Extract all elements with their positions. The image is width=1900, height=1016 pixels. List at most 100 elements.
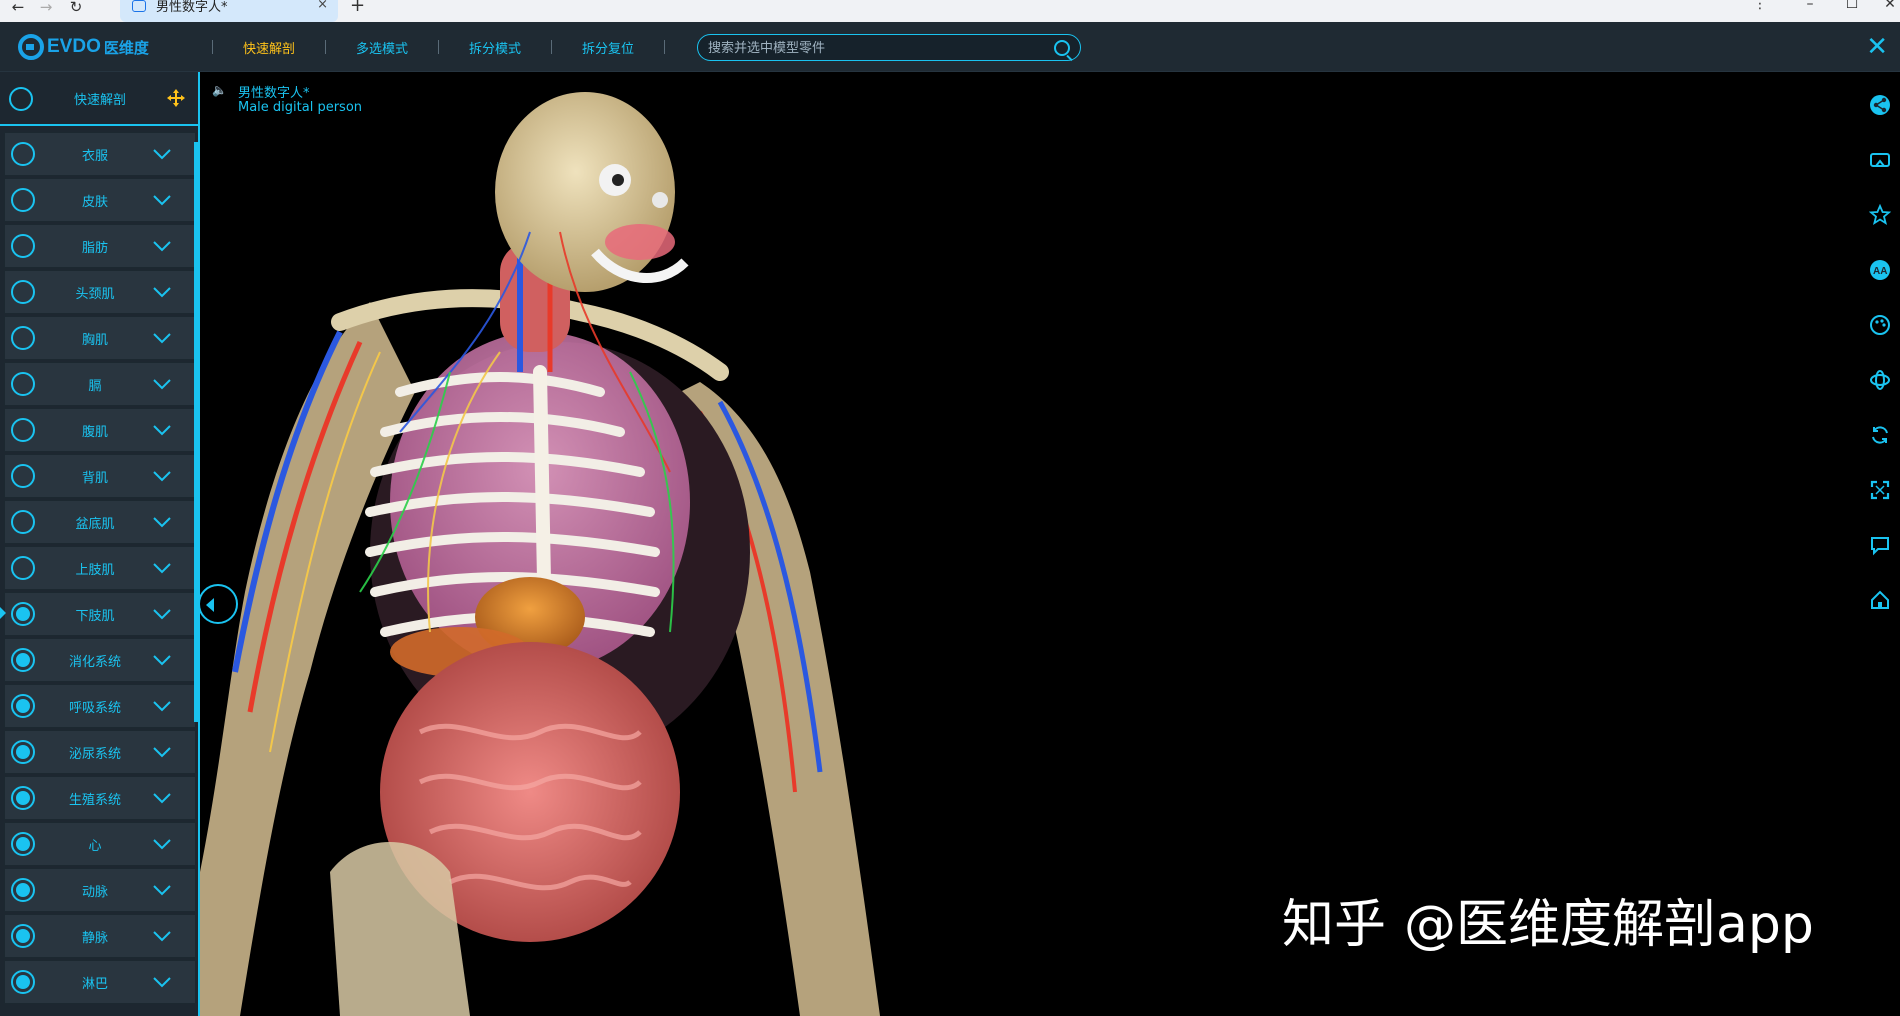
- forward-icon[interactable]: →: [34, 0, 58, 22]
- layer-row[interactable]: 脂肪: [4, 224, 196, 268]
- chevron-down-icon[interactable]: [151, 235, 173, 257]
- new-tab-button[interactable]: +: [350, 0, 365, 16]
- chevron-down-icon[interactable]: [151, 557, 173, 579]
- model-title-cn: 男性数字人*: [238, 86, 310, 101]
- layer-row[interactable]: 动脉: [4, 868, 196, 912]
- menu-split-mode[interactable]: 拆分模式: [439, 38, 551, 57]
- speaker-icon[interactable]: 🔈: [212, 83, 227, 97]
- tab-close-icon[interactable]: ×: [317, 0, 328, 12]
- chevron-down-icon[interactable]: [151, 327, 173, 349]
- chevron-down-icon[interactable]: [151, 465, 173, 487]
- anatomy-model[interactable]: [200, 72, 1900, 1016]
- toggle-all-radio[interactable]: [9, 87, 33, 111]
- menu-multi-select[interactable]: 多选模式: [326, 38, 438, 57]
- layer-row[interactable]: 背肌: [4, 454, 196, 498]
- font-size-icon[interactable]: AA: [1860, 249, 1900, 304]
- chevron-down-icon[interactable]: [151, 971, 173, 993]
- star-icon[interactable]: [1860, 194, 1900, 249]
- chevron-down-icon[interactable]: [151, 281, 173, 303]
- palette-icon[interactable]: [1860, 304, 1900, 359]
- chevron-down-icon[interactable]: [151, 511, 173, 533]
- chevron-down-icon[interactable]: [151, 695, 173, 717]
- layer-label: 消化系统: [68, 655, 121, 670]
- chevron-down-icon[interactable]: [151, 143, 173, 165]
- browser-tab[interactable]: 男性数字人* ×: [120, 0, 338, 22]
- layer-visibility-radio[interactable]: [11, 694, 35, 718]
- rotate-axis-icon[interactable]: [1860, 359, 1900, 414]
- logo: EVDO 医维度: [18, 34, 149, 60]
- layer-row[interactable]: 心: [4, 822, 196, 866]
- layer-visibility-radio[interactable]: [11, 786, 35, 810]
- layer-row[interactable]: 头颈肌: [4, 270, 196, 314]
- layer-label: 腹肌: [81, 425, 108, 440]
- home-icon[interactable]: [1860, 579, 1900, 634]
- layer-visibility-radio[interactable]: [11, 510, 35, 534]
- layer-visibility-radio[interactable]: [11, 326, 35, 350]
- chevron-down-icon[interactable]: [151, 649, 173, 671]
- layer-row[interactable]: 胸肌: [4, 316, 196, 360]
- layer-label: 静脉: [81, 931, 108, 946]
- chevron-down-icon[interactable]: [151, 741, 173, 763]
- app-close-button[interactable]: ✕: [1866, 34, 1888, 60]
- search-input[interactable]: [708, 38, 1038, 58]
- chevron-down-icon[interactable]: [151, 925, 173, 947]
- reload-icon[interactable]: ↻: [64, 0, 88, 22]
- layer-visibility-radio[interactable]: [11, 464, 35, 488]
- chevron-down-icon[interactable]: [151, 833, 173, 855]
- fullscreen-icon[interactable]: [1860, 469, 1900, 524]
- layer-visibility-radio[interactable]: [11, 740, 35, 764]
- chevron-down-icon[interactable]: [151, 419, 173, 441]
- layer-visibility-radio[interactable]: [11, 878, 35, 902]
- layer-row[interactable]: 消化系统: [4, 638, 196, 682]
- layer-row[interactable]: 皮肤: [4, 178, 196, 222]
- layer-visibility-radio[interactable]: [11, 970, 35, 994]
- layer-visibility-radio[interactable]: [11, 372, 35, 396]
- layer-label: 生殖系统: [68, 793, 121, 808]
- move-arrows-icon[interactable]: [166, 88, 186, 108]
- layer-visibility-radio[interactable]: [11, 648, 35, 672]
- maximize-icon[interactable]: ☐: [1842, 0, 1862, 12]
- browser-menu-icon[interactable]: ⋮: [1750, 0, 1770, 12]
- chevron-down-icon[interactable]: [151, 189, 173, 211]
- svg-text:AA: AA: [1873, 266, 1887, 277]
- layer-row[interactable]: 泌尿系统: [4, 730, 196, 774]
- menu-quick-anatomy[interactable]: 快速解剖: [213, 38, 325, 57]
- layer-visibility-radio[interactable]: [11, 924, 35, 948]
- layer-visibility-radio[interactable]: [11, 188, 35, 212]
- menu-split-reset[interactable]: 拆分复位: [552, 38, 664, 57]
- search-icon[interactable]: [1054, 40, 1070, 56]
- layer-visibility-radio[interactable]: [11, 234, 35, 258]
- layer-row[interactable]: 生殖系统: [4, 776, 196, 820]
- layer-row[interactable]: 下肢肌: [0, 592, 196, 636]
- layer-visibility-radio[interactable]: [11, 280, 35, 304]
- layer-row[interactable]: 淋巴: [4, 960, 196, 1004]
- chevron-down-icon[interactable]: [151, 879, 173, 901]
- layer-visibility-radio[interactable]: [11, 832, 35, 856]
- layer-row[interactable]: 呼吸系统: [4, 684, 196, 728]
- back-icon[interactable]: ←: [6, 0, 30, 22]
- layer-row[interactable]: 上肢肌: [4, 546, 196, 590]
- layer-list: 衣服 皮肤 脂肪 头颈肌 胸肌膈腹肌背肌 盆底肌 上肢肌 下肢肌消化系统呼吸系统 泌尿系统生殖系…: [0, 132, 196, 1006]
- minimize-icon[interactable]: –: [1800, 0, 1820, 12]
- layer-row[interactable]: 盆底肌: [4, 500, 196, 544]
- layer-row[interactable]: 膈: [4, 362, 196, 406]
- layer-row[interactable]: 静脉: [4, 914, 196, 958]
- chevron-down-icon[interactable]: [151, 373, 173, 395]
- window-close-icon[interactable]: ✕: [1880, 0, 1900, 12]
- layer-row[interactable]: 衣服: [4, 132, 196, 176]
- layer-visibility-radio[interactable]: [11, 418, 35, 442]
- layer-label: 淋巴: [81, 977, 108, 992]
- brand-name: EVDO: [47, 36, 101, 57]
- refresh-icon[interactable]: [1860, 414, 1900, 469]
- layer-row[interactable]: 腹肌: [4, 408, 196, 452]
- layer-visibility-radio[interactable]: [11, 556, 35, 580]
- share-icon[interactable]: [1860, 84, 1900, 139]
- layer-visibility-radio[interactable]: [11, 142, 35, 166]
- sidebar-scrollbar[interactable]: [194, 142, 198, 722]
- 3d-viewport[interactable]: 🔈 男性数字人* Male digital person AA 知乎 @医维度解…: [200, 72, 1900, 1016]
- vr-icon[interactable]: [1860, 139, 1900, 194]
- comment-icon[interactable]: [1860, 524, 1900, 579]
- chevron-down-icon[interactable]: [151, 787, 173, 809]
- chevron-down-icon[interactable]: [151, 603, 173, 625]
- layer-visibility-radio[interactable]: [11, 602, 35, 626]
